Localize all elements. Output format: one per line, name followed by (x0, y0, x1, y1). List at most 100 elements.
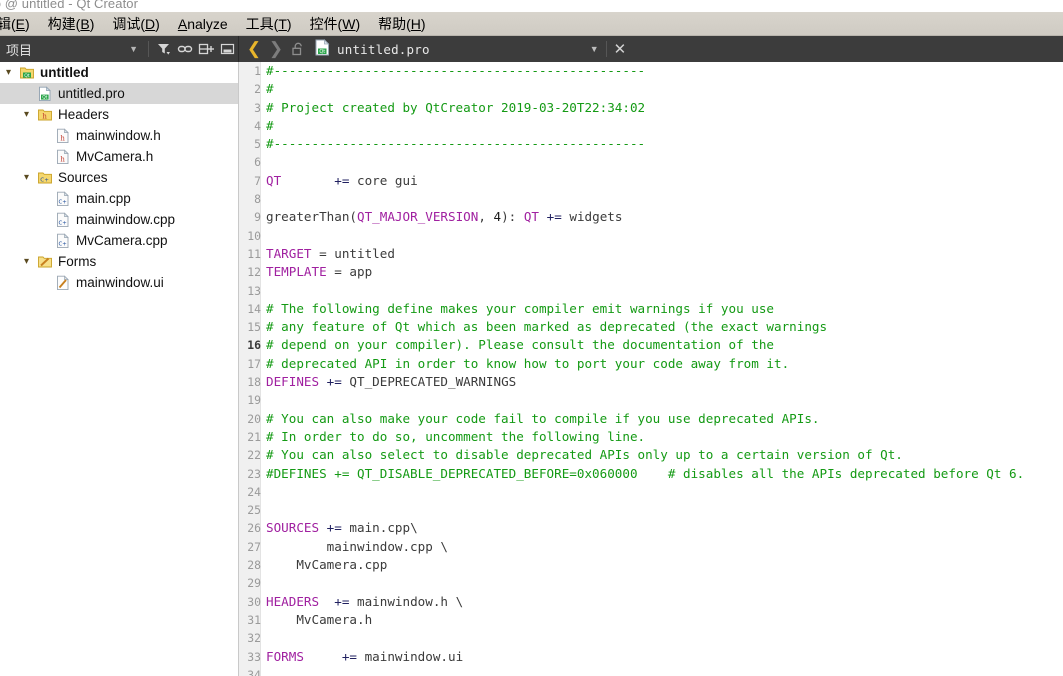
menu-item-2[interactable]: 调试(D) (103, 13, 168, 35)
header-file-icon: h (53, 127, 73, 144)
chevron-down-icon: ▼ (129, 44, 138, 54)
tree-item-mainwindow-ui[interactable]: mainwindow.ui (0, 272, 238, 293)
code-line-text: # (266, 81, 274, 97)
open-document-chip[interactable]: Qt untitled.pro (309, 36, 432, 62)
line-number: 16 (247, 338, 261, 353)
code-line: 17 # deprecated API in order to know how … (239, 355, 1063, 373)
code-line: 4 # (239, 117, 1063, 135)
tree-item-label: Forms (58, 254, 97, 269)
menu-item-4[interactable]: 工具(T) (237, 13, 301, 35)
code-line: 31 MvCamera.h (239, 611, 1063, 629)
code-text-area[interactable]: 1 #--------------------------------------… (239, 62, 1063, 676)
line-number: 12 (247, 265, 261, 280)
go-back-button[interactable]: ❮ (243, 38, 265, 60)
qt-pro-file-icon: Qt (35, 85, 55, 102)
code-line: 16 # depend on your compiler). Please con… (239, 336, 1063, 354)
expand-chevron-icon[interactable]: ▾ (18, 109, 35, 120)
code-line: 14 # The following define makes your comp… (239, 300, 1063, 318)
svg-text:C+: C+ (40, 177, 49, 183)
split-add-icon[interactable] (196, 38, 217, 60)
code-line-text: MvCamera.cpp (266, 557, 388, 573)
unlock-icon[interactable] (287, 38, 309, 60)
sidebar-mode-combo[interactable]: 项目 ▼ (0, 38, 144, 60)
line-number: 19 (247, 393, 261, 408)
line-number: 21 (247, 429, 261, 444)
line-number: 15 (247, 320, 261, 335)
tree-item-main-cpp[interactable]: C+ main.cpp (0, 188, 238, 209)
code-line: 3 # Project created by QtCreator 2019-03-… (239, 99, 1063, 117)
code-line-text: # In order to do so, uncomment the follo… (266, 428, 646, 444)
line-number: 34 (247, 667, 261, 676)
sidebar-mode-label: 项目 (6, 42, 33, 58)
open-document-name: untitled.pro (337, 41, 430, 57)
project-tree-panel: ▾ Qt untitled Qt untitled.pro ▾ h Headers h mainw… (0, 62, 239, 676)
tree-item-untitled[interactable]: ▾ Qt untitled (0, 62, 238, 83)
tree-item-sources[interactable]: ▾ C+ Sources (0, 167, 238, 188)
code-line: 32 (239, 629, 1063, 647)
line-number: 25 (247, 503, 261, 518)
code-line-text: TARGET = untitled (266, 245, 395, 261)
code-line: 29 (239, 574, 1063, 592)
code-editor[interactable]: 1 #--------------------------------------… (239, 62, 1063, 676)
menu-item-0[interactable]: 辑(E) (0, 13, 39, 35)
code-line-text: greaterThan(QT_MAJOR_VERSION, 4): QT += … (266, 209, 623, 225)
code-line-text: #---------------------------------------… (266, 63, 646, 78)
line-number: 32 (247, 631, 261, 646)
tree-item-mainwindow-cpp[interactable]: C+ mainwindow.cpp (0, 209, 238, 230)
code-line: 20 # You can also make your code fail to … (239, 410, 1063, 428)
tree-item-mvcamera-h[interactable]: h MvCamera.h (0, 146, 238, 167)
code-line: 2 # (239, 80, 1063, 98)
cpp-file-icon: C+ (53, 232, 73, 249)
line-number: 23 (247, 466, 261, 481)
minimize-icon[interactable] (217, 38, 238, 60)
code-line: 22 # You can also select to disable depre… (239, 446, 1063, 464)
tree-item-mvcamera-cpp[interactable]: C+ MvCamera.cpp (0, 230, 238, 251)
code-line: 34 (239, 666, 1063, 676)
filter-icon[interactable] (153, 38, 174, 60)
close-document-button[interactable]: ✕ (614, 42, 627, 57)
svg-text:h: h (42, 112, 47, 120)
menu-item-6[interactable]: 帮助(H) (369, 13, 434, 35)
line-number: 13 (247, 283, 261, 298)
tree-item-untitled-pro[interactable]: Qt untitled.pro (0, 83, 238, 104)
menu-bar: 辑(E)构建(B)调试(D)Analyze工具(T)控件(W)帮助(H) (0, 12, 1063, 36)
toolbar-row: 项目 ▼ ❮ ❯ Qt untitled.pro ▼ ✕ (0, 36, 1063, 62)
line-number: 10 (247, 228, 261, 243)
code-line-text: # Project created by QtCreator 2019-03-2… (266, 99, 646, 115)
code-line-text: DEFINES += QT_DEPRECATED_WARNINGS (266, 374, 517, 390)
expand-chevron-icon[interactable]: ▾ (18, 256, 35, 267)
svg-text:Qt: Qt (319, 49, 325, 55)
code-line-text: # You can also select to disable depreca… (266, 447, 903, 463)
expand-chevron-icon[interactable]: ▾ (18, 172, 35, 183)
tree-item-forms[interactable]: ▾ Forms (0, 251, 238, 272)
svg-text:Qt: Qt (42, 94, 47, 100)
line-number: 7 (254, 173, 261, 188)
line-number: 5 (254, 137, 261, 152)
go-forward-button[interactable]: ❯ (265, 38, 287, 60)
code-line-text: HEADERS += mainwindow.h \ (266, 593, 464, 609)
tree-item-label: untitled.pro (58, 86, 125, 101)
qt-pro-file-icon: Qt (315, 39, 330, 59)
svg-text:h: h (60, 134, 65, 142)
tree-item-headers[interactable]: ▾ h Headers (0, 104, 238, 125)
line-number: 29 (247, 576, 261, 591)
line-number: 18 (247, 375, 261, 390)
code-line-text: # You can also make your code fail to co… (266, 410, 820, 426)
line-number: 33 (247, 649, 261, 664)
expand-chevron-icon[interactable]: ▾ (0, 67, 17, 78)
tree-item-mainwindow-h[interactable]: h mainwindow.h (0, 125, 238, 146)
code-line: 10 (239, 227, 1063, 245)
tree-item-label: main.cpp (76, 191, 131, 206)
menu-item-1[interactable]: 构建(B) (39, 13, 104, 35)
link-icon[interactable] (174, 38, 195, 60)
menu-item-3[interactable]: Analyze (169, 13, 237, 35)
cpp-file-icon: C+ (53, 211, 73, 228)
menu-item-5[interactable]: 控件(W) (301, 13, 370, 35)
document-list-chevron-icon[interactable]: ▼ (590, 44, 599, 54)
